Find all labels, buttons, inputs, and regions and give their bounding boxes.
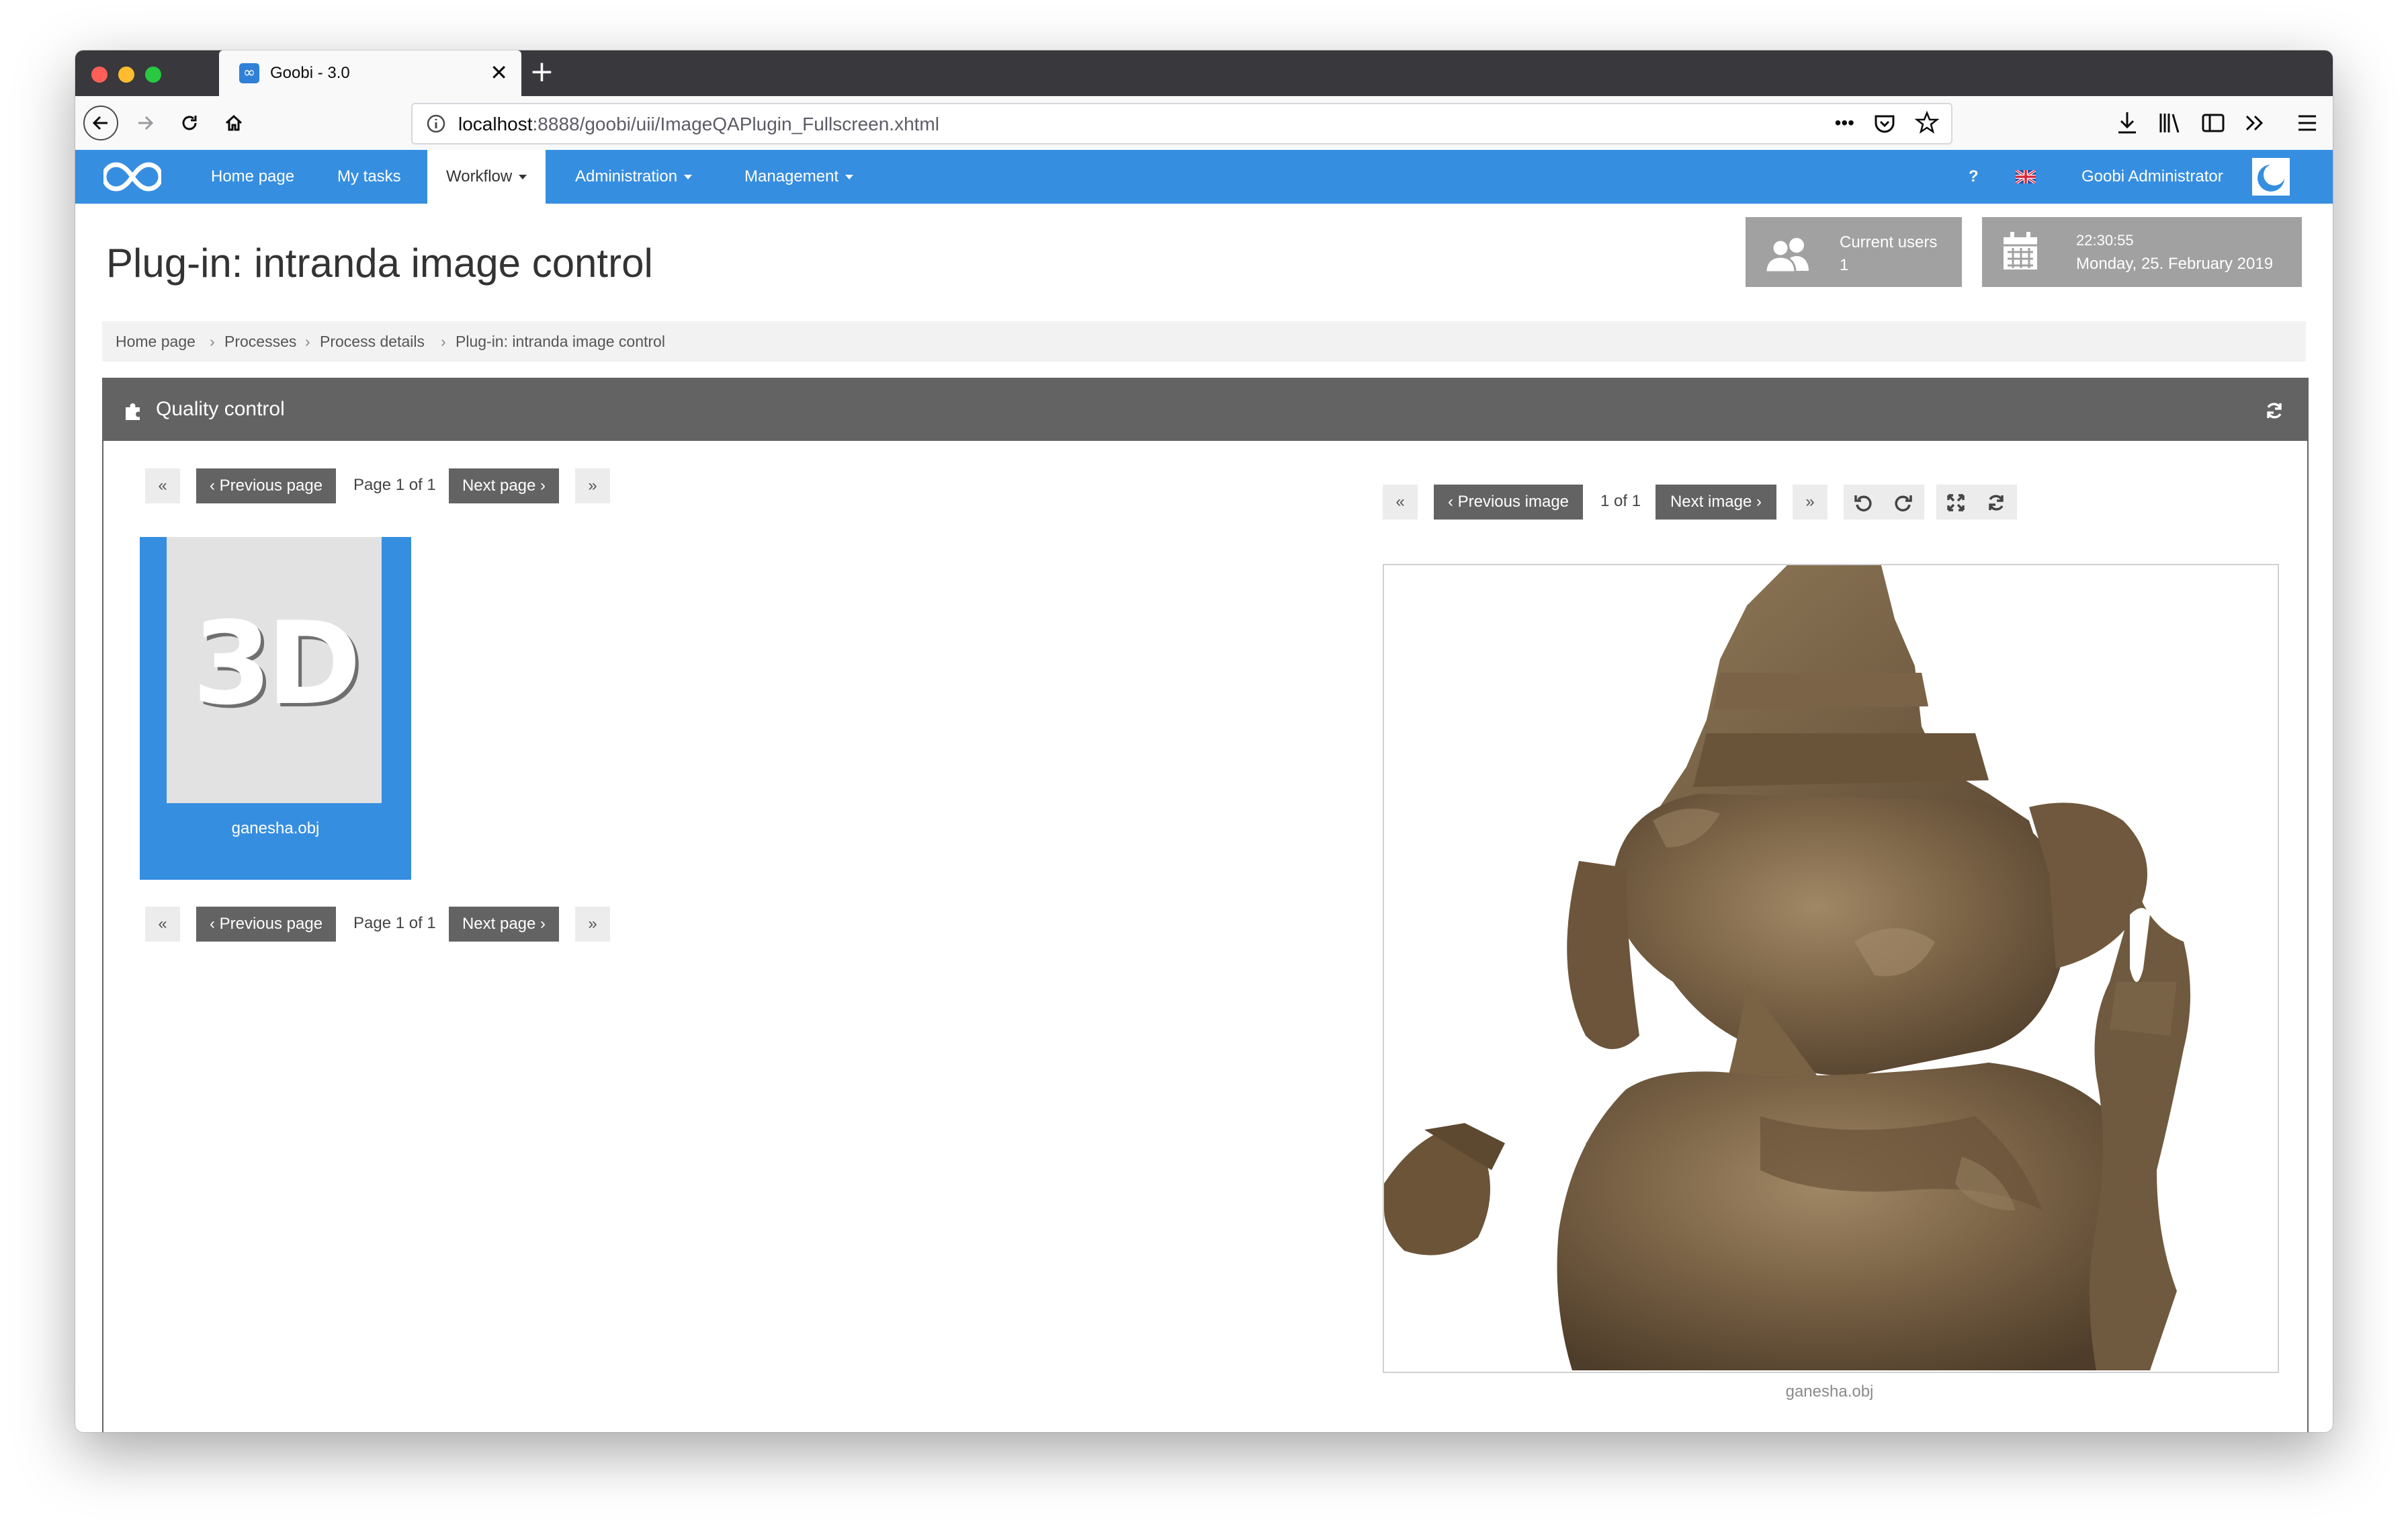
home-button[interactable] (216, 106, 251, 140)
panel-title: Quality control (156, 398, 285, 420)
page-title: Plug-in: intranda image control (106, 241, 653, 286)
minimize-window-button[interactable] (118, 67, 134, 83)
first-page-button[interactable]: « (145, 907, 180, 942)
first-image-button[interactable]: « (1383, 485, 1418, 520)
rotate-left-icon[interactable] (1853, 493, 1873, 513)
caret-down-icon (684, 175, 693, 180)
fullscreen-icon[interactable] (1946, 493, 1966, 513)
maximize-window-button[interactable] (145, 67, 161, 83)
nav-home-page[interactable]: Home page (192, 150, 313, 204)
url-path: :8888/goobi/uii/ImageQAPlugin_Fullscreen… (532, 114, 939, 134)
back-button[interactable] (83, 106, 118, 140)
home-icon (225, 114, 243, 131)
current-time: 22:30:55 (2076, 232, 2134, 249)
reset-view-icon[interactable] (1986, 493, 2006, 513)
previous-image-button[interactable]: ‹ Previous image (1434, 485, 1583, 520)
info-icon (427, 114, 445, 133)
arrow-left-icon (92, 116, 108, 130)
caret-down-icon (519, 175, 527, 180)
image-info: 1 of 1 (1600, 492, 1641, 510)
current-users-label: Current users (1840, 233, 1938, 251)
nav-my-tasks[interactable]: My tasks (318, 150, 420, 204)
library-icon[interactable] (2157, 110, 2184, 136)
last-page-button[interactable]: » (575, 468, 610, 503)
next-page-button[interactable]: Next page › (449, 907, 559, 942)
rotate-right-icon[interactable] (1893, 493, 1914, 513)
calendar-icon (2004, 232, 2037, 270)
current-users-count: 1 (1840, 256, 1849, 274)
breadcrumb-separator: › (210, 333, 215, 350)
previous-page-button[interactable]: ‹ Previous page (196, 468, 336, 503)
new-tab-button[interactable]: + (529, 54, 554, 89)
page-info: Page 1 of 1 (353, 914, 436, 932)
breadcrumb-process-details[interactable]: Process details (320, 321, 425, 362)
first-page-button[interactable]: « (145, 468, 180, 503)
overflow-chevrons-icon[interactable] (2241, 110, 2268, 136)
3d-model-render (1384, 565, 2190, 1370)
current-date: Monday, 25. February 2019 (2076, 255, 2274, 273)
uk-flag-icon[interactable] (2016, 170, 2036, 183)
breadcrumb-home[interactable]: Home page (116, 321, 196, 362)
tab-title: Goobi - 3.0 (270, 64, 350, 82)
next-image-button[interactable]: Next image › (1656, 485, 1776, 520)
hamburger-menu-icon[interactable] (2295, 110, 2319, 136)
breadcrumb: Home page › Processes › Process details … (102, 321, 2306, 362)
close-window-button[interactable] (91, 67, 108, 83)
thumbnail-image: 3D (167, 537, 382, 803)
previous-page-button[interactable]: ‹ Previous page (196, 907, 336, 942)
forward-button[interactable] (128, 106, 163, 140)
sidebar-icon[interactable] (2200, 110, 2227, 136)
breadcrumb-separator: › (305, 333, 310, 350)
download-icon[interactable] (2115, 110, 2139, 136)
page-info: Page 1 of 1 (353, 476, 436, 494)
user-menu[interactable]: Goobi Administrator (2081, 150, 2223, 204)
bookmark-star-icon[interactable] (1915, 110, 1939, 136)
browser-titlebar: ∞ Goobi - 3.0 ✕ + (75, 50, 2333, 96)
puzzle-icon (126, 403, 140, 420)
close-tab-icon[interactable]: ✕ (490, 60, 508, 85)
last-image-button[interactable]: » (1793, 485, 1828, 520)
pocket-icon[interactable] (1873, 110, 1896, 136)
nav-workflow-label: Workflow (446, 167, 513, 185)
page-actions-icon[interactable]: ••• (1835, 110, 1854, 136)
next-page-button[interactable]: Next page › (449, 468, 559, 503)
nav-workflow[interactable]: Workflow (427, 150, 546, 204)
help-button[interactable]: ? (1969, 150, 1979, 204)
nav-management-label: Management (744, 167, 839, 185)
date-time-box: 22:30:55 Monday, 25. February 2019 (1982, 217, 2302, 287)
url-host: localhost (458, 114, 533, 134)
url-actions: ••• (1835, 110, 1939, 136)
panel-header: Quality control (103, 379, 2307, 441)
arrow-right-icon (138, 116, 154, 130)
thumbnail-filename: ganesha.obj (231, 819, 320, 837)
image-caption: ganesha.obj (1785, 1382, 1874, 1401)
reload-icon (182, 116, 197, 130)
refresh-icon[interactable] (2264, 401, 2284, 421)
last-page-button[interactable]: » (575, 907, 610, 942)
breadcrumb-processes[interactable]: Processes (224, 321, 296, 362)
image-viewer[interactable] (1383, 564, 2279, 1373)
browser-tab[interactable]: ∞ Goobi - 3.0 ✕ (219, 50, 521, 96)
current-users-box[interactable]: Current users 1 (1746, 217, 1962, 287)
view-buttons-group (1936, 485, 2017, 520)
3d-placeholder-icon: 3D (192, 597, 361, 731)
caret-down-icon (845, 175, 854, 180)
browser-toolbar: localhost:8888/goobi/uii/ImageQAPlugin_F… (75, 96, 2333, 151)
goobi-favicon-icon: ∞ (239, 63, 259, 83)
main-navbar: Home page My tasks Workflow Administrati… (75, 150, 2333, 204)
reload-button[interactable] (172, 106, 207, 140)
thumbnail-card[interactable]: 3D ganesha.obj (140, 537, 411, 880)
nav-administration[interactable]: Administration (556, 150, 711, 204)
browser-window: ∞ Goobi - 3.0 ✕ + localhost:8888/goobi/u… (75, 50, 2333, 1432)
users-icon (1764, 238, 1809, 272)
goobi-logo-icon[interactable] (103, 159, 161, 194)
breadcrumb-separator: › (441, 333, 446, 350)
breadcrumb-current: Plug-in: intranda image control (456, 333, 665, 350)
rotate-buttons-group (1844, 485, 1924, 520)
nav-management[interactable]: Management (726, 150, 872, 204)
url-text: localhost:8888/goobi/uii/ImageQAPlugin_F… (458, 114, 939, 135)
nav-administration-label: Administration (575, 167, 678, 185)
address-bar[interactable]: localhost:8888/goobi/uii/ImageQAPlugin_F… (411, 103, 1952, 144)
user-avatar-icon[interactable] (2252, 158, 2290, 196)
